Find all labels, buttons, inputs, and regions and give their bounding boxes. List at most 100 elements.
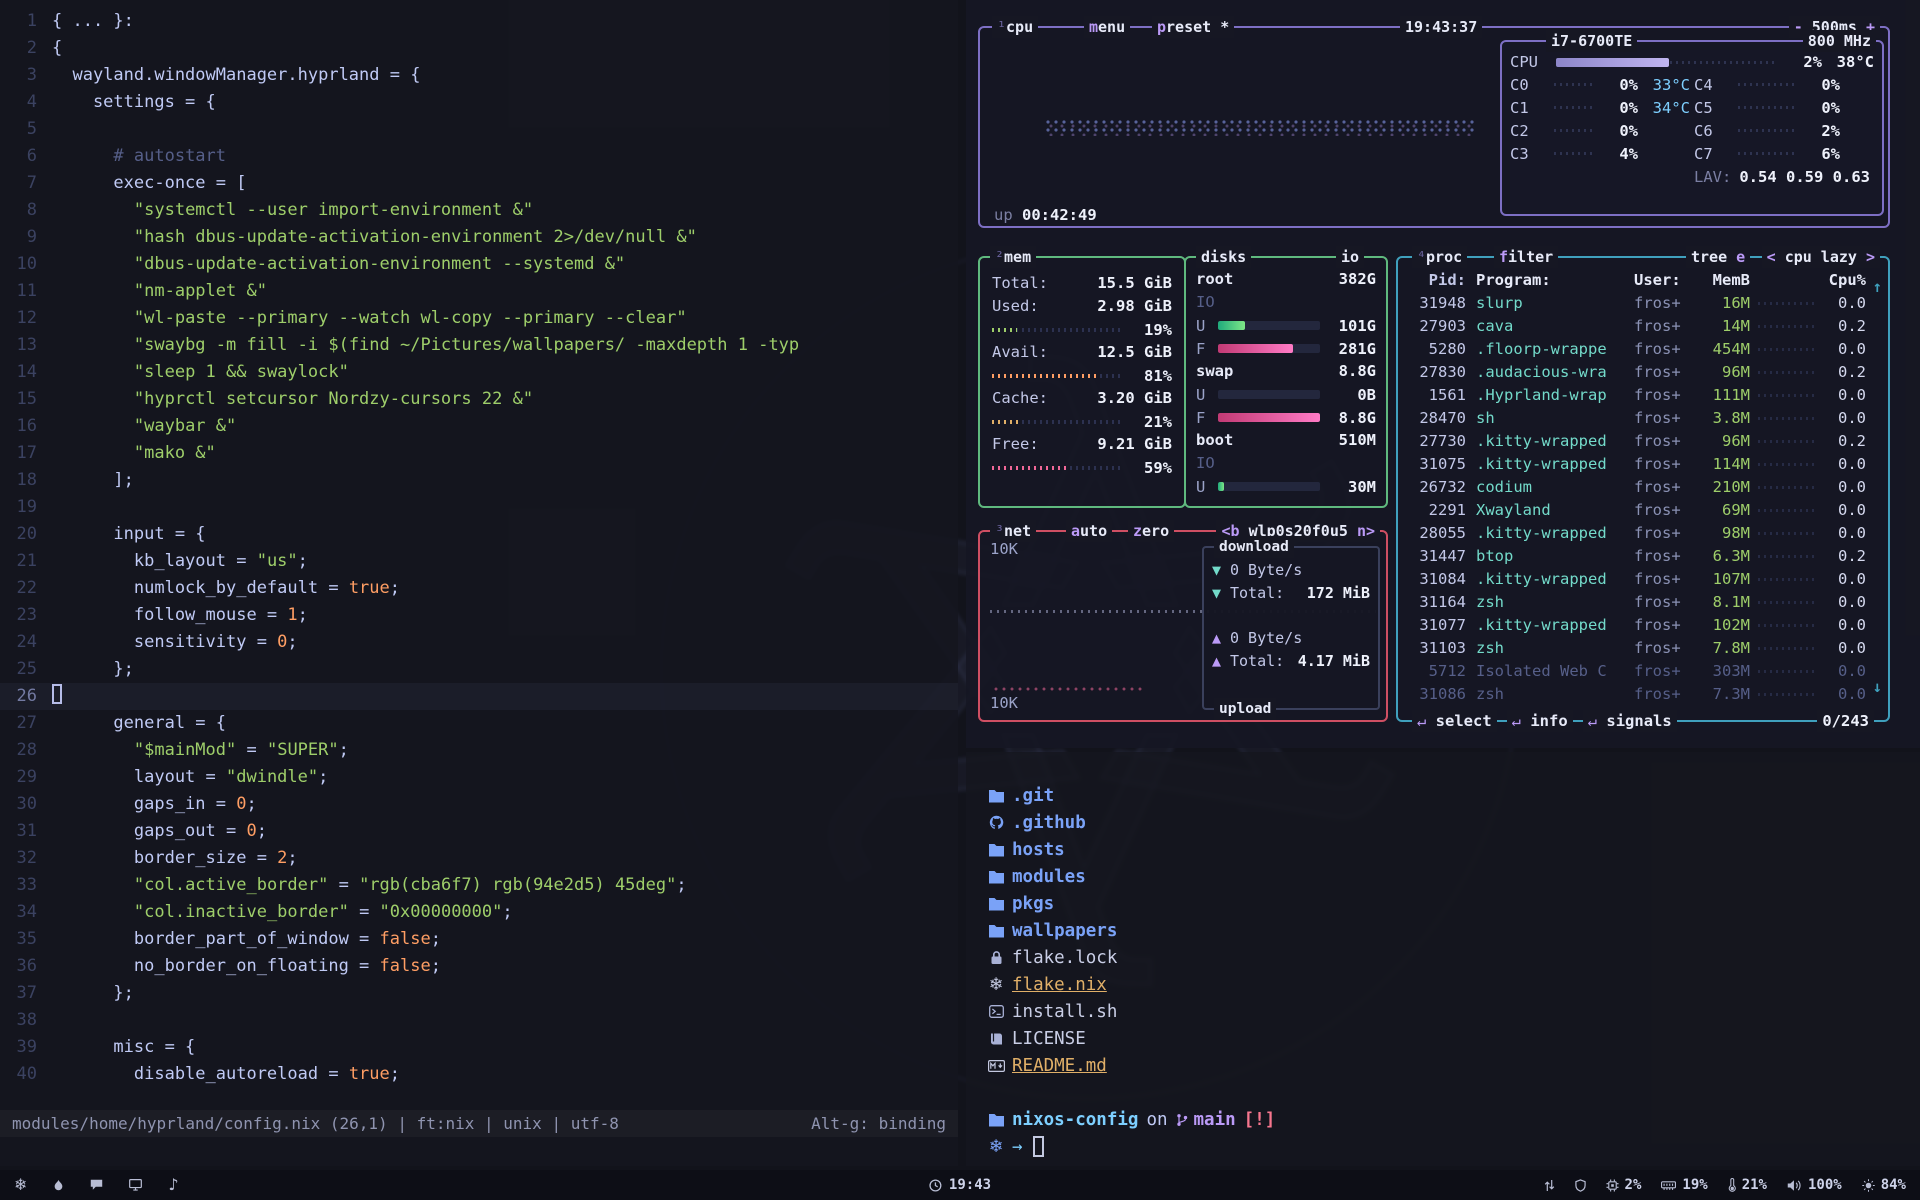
code-line[interactable]: 32 border_size = 2;: [0, 845, 958, 872]
net-auto-button[interactable]: auto: [1066, 520, 1112, 542]
cpu-total-row: CPU 2% 38°C: [1510, 50, 1874, 73]
memory-usage-module[interactable]: 19%: [1661, 1177, 1707, 1193]
code-line[interactable]: 23 follow_mouse = 1;: [0, 602, 958, 629]
code-line[interactable]: 30 gaps_in = 0;: [0, 791, 958, 818]
disk-rows: root382GIOU101GF281Gswap8.8GU0BF8.8Gboot…: [1186, 258, 1386, 498]
code-line[interactable]: 14 "sleep 1 && swaylock": [0, 359, 958, 386]
process-row[interactable]: 31084.kitty-wrappedfros+107M0.0: [1410, 568, 1880, 591]
tree-toggle[interactable]: tree e: [1686, 246, 1750, 268]
line-number: 15: [0, 386, 52, 413]
code-line[interactable]: 16 "waybar &": [0, 413, 958, 440]
menu-button[interactable]: menu: [1084, 16, 1130, 38]
code-line[interactable]: 33 "col.active_border" = "rgb(cba6f7) rg…: [0, 872, 958, 899]
line-number: 22: [0, 575, 52, 602]
process-row[interactable]: 31103zshfros+7.8M0.0: [1410, 637, 1880, 660]
editor-lines[interactable]: 1{ ... }:2{3 wayland.windowManager.hyprl…: [0, 8, 958, 1088]
file-row: hosts: [980, 836, 1920, 863]
process-row[interactable]: 31948slurpfros+16M0.0: [1410, 292, 1880, 315]
code-line[interactable]: 38: [0, 1007, 958, 1034]
load-average-row: LAV: 0.54 0.59 0.63: [1510, 165, 1874, 188]
process-row[interactable]: 27830.audacious-wrafros+96M0.2: [1410, 361, 1880, 384]
code-line[interactable]: 37 };: [0, 980, 958, 1007]
code-line[interactable]: 31 gaps_out = 0;: [0, 818, 958, 845]
code-line[interactable]: 8 "systemctl --user import-environment &…: [0, 197, 958, 224]
network-tray-icon[interactable]: [1544, 1179, 1555, 1192]
clock-module[interactable]: 19:43: [929, 1177, 991, 1193]
io-mode-button[interactable]: io: [1336, 246, 1364, 268]
code-line[interactable]: 36 no_border_on_floating = false;: [0, 953, 958, 980]
code-line[interactable]: 10 "dbus-update-activation-environment -…: [0, 251, 958, 278]
process-row[interactable]: 31077.kitty-wrappedfros+102M0.0: [1410, 614, 1880, 637]
code-line[interactable]: 6 # autostart: [0, 143, 958, 170]
process-row[interactable]: 26732codiumfros+210M0.0: [1410, 476, 1880, 499]
preset-button[interactable]: preset *: [1152, 16, 1234, 38]
volume-module[interactable]: 100%: [1787, 1177, 1842, 1193]
code-line[interactable]: 24 sensitivity = 0;: [0, 629, 958, 656]
code-line[interactable]: 40 disable_autoreload = true;: [0, 1061, 958, 1088]
code-line[interactable]: 9 "hash dbus-update-activation-environme…: [0, 224, 958, 251]
brightness-module[interactable]: 84%: [1862, 1177, 1906, 1193]
scroll-down-icon[interactable]: ↓: [1873, 678, 1882, 696]
launcher-flame-icon[interactable]: [53, 1179, 64, 1192]
code-line[interactable]: 21 kb_layout = "us";: [0, 548, 958, 575]
code-line[interactable]: 5: [0, 116, 958, 143]
net-zero-button[interactable]: zero: [1128, 520, 1174, 542]
code-line[interactable]: 2{: [0, 35, 958, 62]
file-row: .github: [980, 809, 1920, 836]
code-line[interactable]: 26: [0, 683, 958, 710]
cpu-usage-module[interactable]: 2%: [1606, 1177, 1642, 1193]
prompt-on: on: [1138, 1110, 1175, 1130]
process-row[interactable]: 31075.kitty-wrappedfros+114M0.0: [1410, 453, 1880, 476]
code-line[interactable]: 25 };: [0, 656, 958, 683]
prompt-input[interactable]: ❄ →: [980, 1133, 1920, 1160]
code-line[interactable]: 17 "mako &": [0, 440, 958, 467]
process-row[interactable]: 31164zshfros+8.1M0.0: [1410, 591, 1880, 614]
code-line[interactable]: 11 "nm-applet &": [0, 278, 958, 305]
sort-selector[interactable]: < cpu lazy >: [1762, 246, 1880, 268]
music-player-icon[interactable]: ♪: [168, 1177, 178, 1193]
code-line[interactable]: 18 ];: [0, 467, 958, 494]
code-line[interactable]: 27 general = {: [0, 710, 958, 737]
shell-prompt: nixos-config on main [!] ❄ →: [966, 1079, 1920, 1160]
process-row[interactable]: 31086zshfros+7.3M0.0: [1410, 683, 1880, 706]
proc-footer: ↵ select↵ info↵ signals 0/243: [1412, 710, 1874, 732]
code-line[interactable]: 12 "wl-paste --primary --watch wl-copy -…: [0, 305, 958, 332]
code-line[interactable]: 1{ ... }:: [0, 8, 958, 35]
signals-button[interactable]: ↵ signals: [1583, 710, 1677, 732]
notifications-icon[interactable]: [90, 1179, 103, 1191]
clock-text: 19:43: [949, 1177, 991, 1193]
scroll-up-icon[interactable]: ↑: [1873, 278, 1882, 296]
process-row[interactable]: 27903cavafros+14M0.2: [1410, 315, 1880, 338]
process-row[interactable]: 2291Xwaylandfros+69M0.0: [1410, 499, 1880, 522]
proc-rows: 31948slurpfros+16M0.027903cavafros+14M0.…: [1410, 292, 1880, 706]
process-row[interactable]: 5712Isolated Web Cfros+303M0.0: [1410, 660, 1880, 683]
nix-launcher-icon[interactable]: ❄: [14, 1177, 27, 1193]
code-line[interactable]: 28 "$mainMod" = "SUPER";: [0, 737, 958, 764]
code-line[interactable]: 13 "swaybg -m fill -i $(find ~/Pictures/…: [0, 332, 958, 359]
net-box-title: ³net: [990, 520, 1036, 542]
shield-tray-icon[interactable]: [1575, 1179, 1586, 1192]
process-row[interactable]: 28470shfros+3.8M0.0: [1410, 407, 1880, 430]
code-line[interactable]: 34 "col.inactive_border" = "0x00000000";: [0, 899, 958, 926]
code-line[interactable]: 15 "hyprctl setcursor Nordzy-cursors 22 …: [0, 386, 958, 413]
code-line[interactable]: 29 layout = "dwindle";: [0, 764, 958, 791]
info-button[interactable]: ↵ info: [1507, 710, 1573, 732]
code-line[interactable]: 4 settings = {: [0, 89, 958, 116]
select-button[interactable]: ↵ select: [1412, 710, 1497, 732]
process-row[interactable]: 27730.kitty-wrappedfros+96M0.2: [1410, 430, 1880, 453]
display-icon[interactable]: [129, 1179, 142, 1191]
down-arrow-icon: ▼: [1212, 561, 1230, 579]
filter-button[interactable]: filter: [1494, 246, 1558, 268]
temperature-module[interactable]: 21%: [1728, 1177, 1767, 1193]
code-line[interactable]: 7 exec-once = [: [0, 170, 958, 197]
code-line[interactable]: 20 input = {: [0, 521, 958, 548]
process-row[interactable]: 5280.floorp-wrappefros+454M0.0: [1410, 338, 1880, 361]
code-line[interactable]: 39 misc = {: [0, 1034, 958, 1061]
process-row[interactable]: 1561.Hyprland-wrapfros+111M0.0: [1410, 384, 1880, 407]
process-row[interactable]: 28055.kitty-wrappedfros+98M0.0: [1410, 522, 1880, 545]
code-line[interactable]: 3 wayland.windowManager.hyprland = {: [0, 62, 958, 89]
code-line[interactable]: 19: [0, 494, 958, 521]
code-line[interactable]: 22 numlock_by_default = true;: [0, 575, 958, 602]
code-line[interactable]: 35 border_part_of_window = false;: [0, 926, 958, 953]
process-row[interactable]: 31447btopfros+6.3M0.2: [1410, 545, 1880, 568]
